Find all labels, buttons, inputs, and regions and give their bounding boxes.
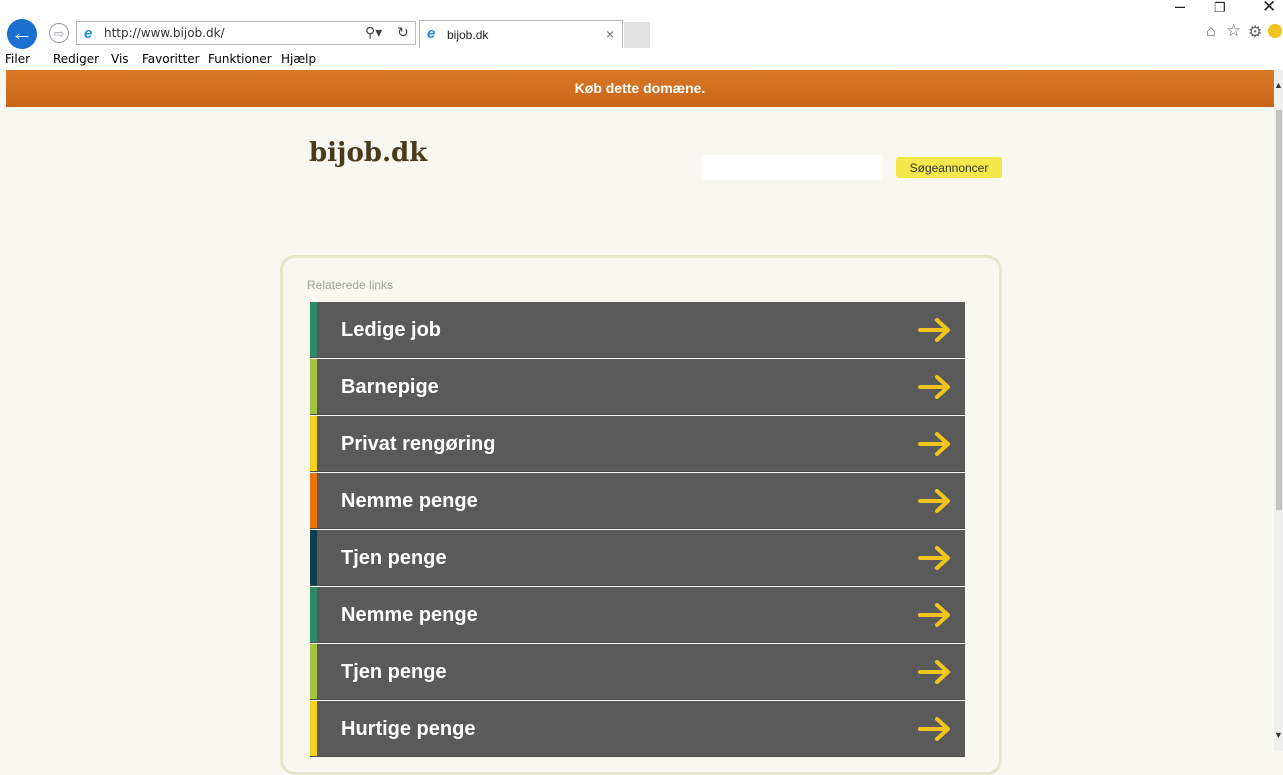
menu-file[interactable]: Filer — [5, 52, 30, 66]
favorites-star-icon[interactable]: ☆ — [1226, 21, 1241, 41]
link-color-stripe — [310, 587, 317, 642]
link-row[interactable]: Nemme penge — [310, 473, 965, 529]
link-color-stripe — [310, 416, 317, 471]
link-color-stripe — [310, 473, 317, 528]
related-links-label: Relaterede links — [307, 278, 394, 292]
arrow-right-icon[interactable] — [918, 318, 952, 342]
link-color-stripe — [310, 644, 317, 699]
link-row[interactable]: Tjen penge — [310, 530, 965, 586]
link-text[interactable]: Tjen penge — [341, 644, 447, 700]
buy-domain-banner[interactable]: Køb dette domæne. — [6, 70, 1274, 107]
forward-arrow-icon[interactable]: ⇨ — [49, 23, 69, 43]
site-title: bijob.dk — [309, 138, 428, 168]
new-tab-button[interactable] — [624, 22, 650, 48]
restore-icon[interactable]: ❐ — [1214, 0, 1226, 16]
arrow-right-icon[interactable] — [918, 717, 952, 741]
search-icon[interactable]: ⚲▾ — [365, 24, 382, 41]
scroll-down-icon[interactable]: ▼ — [1274, 730, 1283, 740]
link-row[interactable]: Hurtige penge — [310, 701, 965, 757]
minimize-icon[interactable]: – — [1175, 0, 1185, 17]
back-arrow-icon[interactable]: ← — [7, 19, 37, 49]
arrow-right-icon[interactable] — [918, 660, 952, 684]
feedback-smiley-icon[interactable] — [1268, 24, 1282, 38]
tab-title: bijob.dk — [447, 28, 489, 42]
link-text[interactable]: Hurtige penge — [341, 701, 475, 757]
close-tab-icon[interactable]: × — [606, 26, 614, 42]
link-text[interactable]: Privat rengøring — [341, 416, 495, 472]
menu-edit[interactable]: Rediger — [53, 52, 99, 66]
link-row[interactable]: Barnepige — [310, 359, 965, 415]
link-text[interactable]: Tjen penge — [341, 530, 447, 586]
arrow-right-icon[interactable] — [918, 603, 952, 627]
link-row[interactable]: Privat rengøring — [310, 416, 965, 472]
home-icon[interactable]: ⌂ — [1206, 23, 1216, 41]
link-color-stripe — [310, 701, 317, 756]
search-input[interactable] — [701, 155, 883, 180]
link-color-stripe — [310, 530, 317, 585]
menu-tools[interactable]: Funktioner — [208, 52, 272, 66]
link-color-stripe — [310, 359, 317, 414]
link-color-stripe — [310, 302, 317, 357]
arrow-right-icon[interactable] — [918, 375, 952, 399]
link-text[interactable]: Nemme penge — [341, 587, 478, 643]
close-window-icon[interactable]: ✕ — [1262, 0, 1276, 17]
menu-help[interactable]: Hjælp — [281, 52, 316, 66]
link-row[interactable]: Nemme penge — [310, 587, 965, 643]
tab-bijob[interactable]: e bijob.dk × — [419, 20, 623, 48]
settings-gear-icon[interactable]: ⚙ — [1248, 22, 1262, 42]
link-text[interactable]: Barnepige — [341, 359, 439, 415]
menu-bar: Filer Rediger Vis Favoritter Funktioner … — [0, 50, 1283, 70]
address-bar[interactable]: e http://www.bijob.dk/ ⚲▾ ↻ — [76, 21, 416, 45]
refresh-icon[interactable]: ↻ — [397, 24, 409, 41]
arrow-right-icon[interactable] — [918, 432, 952, 456]
arrow-right-icon[interactable] — [918, 489, 952, 513]
link-text[interactable]: Ledige job — [341, 302, 441, 358]
menu-view[interactable]: Vis — [111, 52, 129, 66]
address-url[interactable]: http://www.bijob.dk/ — [104, 26, 225, 40]
scrollbar-thumb[interactable] — [1276, 110, 1282, 510]
link-row[interactable]: Tjen penge — [310, 644, 965, 700]
ie-logo-icon: e — [84, 25, 93, 42]
arrow-right-icon[interactable] — [918, 546, 952, 570]
search-button[interactable]: Søgeannoncer — [896, 157, 1002, 178]
scroll-up-icon[interactable]: ▲ — [1274, 80, 1283, 90]
browser-chrome: ← ⇨ e http://www.bijob.dk/ ⚲▾ ↻ e bijob.… — [0, 0, 1283, 50]
link-row[interactable]: Ledige job — [310, 302, 965, 358]
menu-favorites[interactable]: Favoritter — [142, 52, 200, 66]
link-text[interactable]: Nemme penge — [341, 473, 478, 529]
ie-logo-icon: e — [427, 25, 436, 42]
